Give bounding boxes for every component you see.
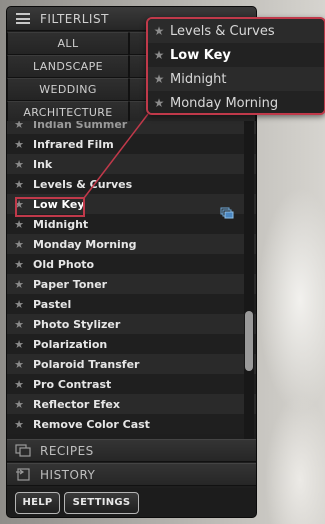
history-label: HISTORY (40, 467, 96, 482)
callout-label: Midnight (170, 71, 227, 87)
selected-filter-highlight (15, 197, 85, 217)
star-icon: ★ (153, 72, 165, 86)
star-icon[interactable]: ★ (9, 418, 29, 431)
filter-label: Remove Color Cast (33, 417, 150, 431)
filter-item-monday-morning[interactable]: ★ Monday Morning (7, 234, 256, 254)
star-icon[interactable]: ★ (9, 258, 29, 271)
category-wedding[interactable]: WEDDING (7, 78, 129, 101)
filter-label: Polaroid Transfer (33, 357, 140, 371)
help-button[interactable]: HELP (15, 491, 60, 514)
filter-item-polaroid-transfer[interactable]: ★ Polaroid Transfer (7, 354, 256, 374)
star-icon[interactable]: ★ (9, 178, 29, 191)
star-icon[interactable]: ★ (9, 398, 29, 411)
filter-item-polarization[interactable]: ★ Polarization (7, 334, 256, 354)
star-icon[interactable]: ★ (9, 238, 29, 251)
filter-label: Pro Contrast (33, 377, 112, 391)
history-icon (16, 468, 30, 481)
callout-label: Levels & Curves (170, 23, 275, 39)
filter-label: Indian Summer (33, 121, 128, 131)
callout-item: ★ Levels & Curves (148, 19, 324, 43)
star-icon: ★ (153, 96, 165, 110)
callout-label: Monday Morning (170, 95, 279, 111)
callout-label: Low Key (170, 47, 231, 63)
filter-item-midnight[interactable]: ★ Midnight (7, 214, 256, 234)
callout-item: ★ Monday Morning (148, 91, 324, 113)
recipes-icon (15, 444, 31, 457)
filter-list: ★ Indian Summer ★ Infrared Film ★ Ink ★ Leve… (7, 121, 256, 439)
star-icon[interactable]: ★ (9, 318, 29, 331)
star-icon[interactable]: ★ (9, 218, 29, 231)
filter-label: Paper Toner (33, 277, 108, 291)
star-icon[interactable]: ★ (9, 358, 29, 371)
callout-item: ★ Midnight (148, 67, 324, 91)
filter-label: Ink (33, 157, 53, 171)
star-icon[interactable]: ★ (9, 298, 29, 311)
filter-label: Reflector Efex (33, 397, 120, 411)
star-icon[interactable]: ★ (9, 158, 29, 171)
category-list: ALL LANDSCAPE WEDDING ARCHITECTURE (7, 32, 129, 124)
category-all[interactable]: ALL (7, 32, 129, 55)
filter-item-infrared-film[interactable]: ★ Infrared Film (7, 134, 256, 154)
filter-label: Pastel (33, 297, 72, 311)
star-icon[interactable]: ★ (9, 338, 29, 351)
star-icon: ★ (153, 24, 165, 38)
star-icon[interactable]: ★ (9, 138, 29, 151)
panel-footer: HELP SETTINGS (7, 488, 256, 517)
filter-label: Midnight (33, 217, 89, 231)
filter-item-levels-curves[interactable]: ★ Levels & Curves (7, 174, 256, 194)
filter-item-ink[interactable]: ★ Ink (7, 154, 256, 174)
filter-list-scrollbar[interactable] (244, 121, 254, 439)
filter-item-paper-toner[interactable]: ★ Paper Toner (7, 274, 256, 294)
filter-item-photo-stylizer[interactable]: ★ Photo Stylizer (7, 314, 256, 334)
filter-label: Levels & Curves (33, 177, 133, 191)
star-icon[interactable]: ★ (9, 278, 29, 291)
recipes-label: RECIPES (40, 443, 94, 458)
scroll-thumb[interactable] (245, 311, 253, 371)
filter-item-reflector-efex[interactable]: ★ Reflector Efex (7, 394, 256, 414)
star-icon: ★ (153, 48, 165, 62)
category-landscape[interactable]: LANDSCAPE (7, 55, 129, 78)
settings-button[interactable]: SETTINGS (64, 491, 139, 514)
filter-label: Polarization (33, 337, 108, 351)
filter-item-old-photo[interactable]: ★ Old Photo (7, 254, 256, 274)
callout-item-selected: ★ Low Key (148, 43, 324, 67)
filter-item-pastel[interactable]: ★ Pastel (7, 294, 256, 314)
filter-label: Old Photo (33, 257, 95, 271)
star-icon[interactable]: ★ (9, 121, 29, 131)
zoom-callout: ★ Levels & Curves ★ Low Key ★ Midnight ★ Mon… (146, 17, 325, 115)
filter-item-pro-contrast[interactable]: ★ Pro Contrast (7, 374, 256, 394)
filter-item-remove-color-cast[interactable]: ★ Remove Color Cast (7, 414, 256, 434)
history-section[interactable]: HISTORY (7, 463, 256, 486)
stack-layers-icon[interactable] (220, 207, 234, 219)
filter-label: Photo Stylizer (33, 317, 121, 331)
filter-label: Monday Morning (33, 237, 137, 251)
list-menu-icon (16, 13, 30, 24)
star-icon[interactable]: ★ (9, 378, 29, 391)
filter-label: Infrared Film (33, 137, 114, 151)
panel-title: FILTERLIST (40, 11, 109, 26)
recipes-section[interactable]: RECIPES (7, 439, 256, 462)
filter-item-indian-summer[interactable]: ★ Indian Summer (7, 121, 256, 134)
